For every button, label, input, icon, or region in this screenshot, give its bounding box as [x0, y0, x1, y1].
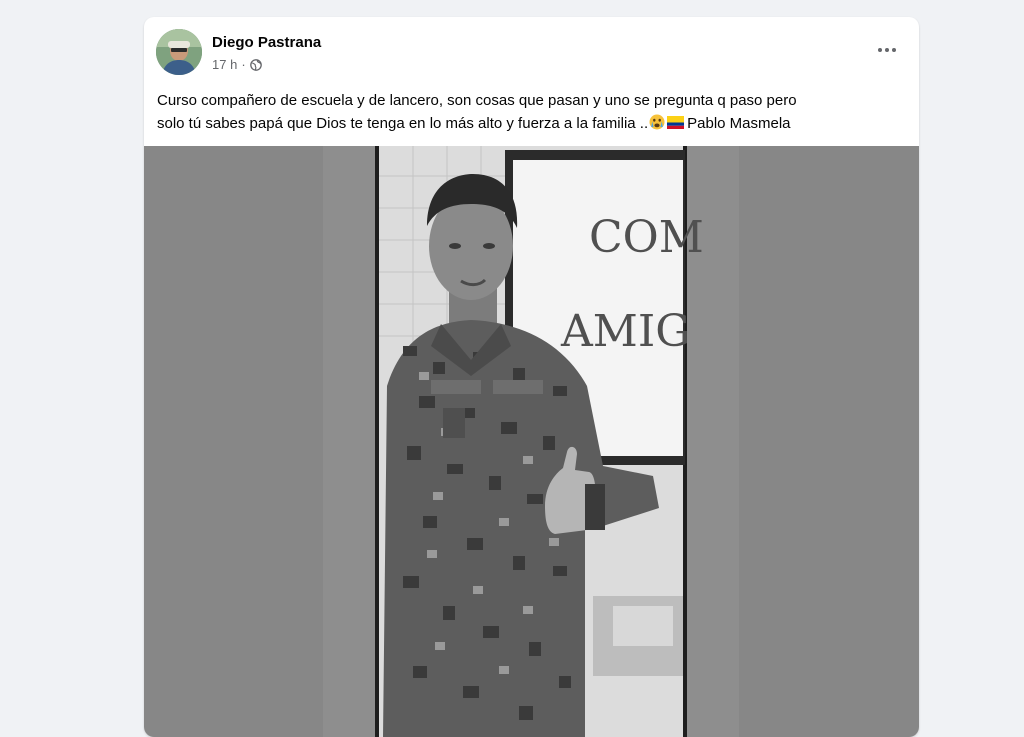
soldier-photo: COM AMIG — [323, 146, 739, 737]
feed-post: Diego Pastrana 17 h · Curso compañero de… — [144, 17, 919, 737]
crying-face-emoji-icon — [649, 114, 665, 130]
post-text-line-1: Curso compañero de escuela y de lancero,… — [157, 92, 797, 109]
post-meta: 17 h · — [212, 57, 262, 72]
author-name[interactable]: Diego Pastrana — [212, 34, 321, 51]
meta-separator: · — [241, 57, 246, 72]
post-media[interactable]: COM AMIG — [144, 146, 919, 737]
post-time[interactable]: 17 h — [212, 57, 237, 72]
board-text-1: COM — [589, 212, 704, 263]
post-header: Diego Pastrana 17 h · — [144, 17, 919, 87]
avatar-image — [156, 29, 202, 75]
more-horizontal-icon — [878, 48, 896, 52]
board-text-2: AMIG — [560, 306, 690, 357]
post-text-line-2-start: solo tú sabes papá que Dios te tenga en … — [157, 115, 649, 132]
tagged-person[interactable]: Pablo Masmela — [687, 115, 790, 132]
colombia-flag-icon — [667, 113, 685, 129]
globe-icon — [249, 58, 262, 71]
post-text: Curso compañero de escuela y de lancero,… — [157, 89, 902, 135]
more-options-button[interactable] — [873, 37, 901, 63]
post-text-line-2: solo tú sabes papá que Dios te tenga en … — [157, 112, 902, 135]
avatar[interactable] — [156, 29, 202, 75]
